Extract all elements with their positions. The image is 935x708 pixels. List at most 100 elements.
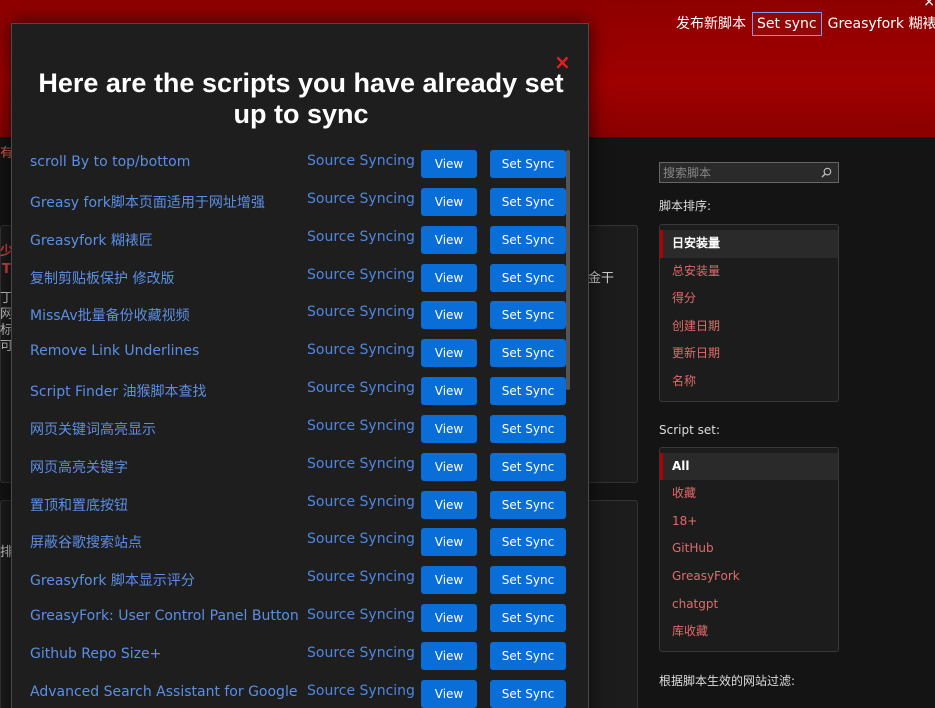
script-row: 置顶和置底按钮 Source Syncing View Set Sync — [30, 490, 570, 529]
script-name-link[interactable]: Github Repo Size+ — [30, 646, 161, 662]
set-sync-button[interactable]: Set Sync — [490, 679, 566, 708]
script-row: Greasyfork 糊裱匠 Source Syncing View Set Sync — [30, 225, 570, 264]
set-sync-button[interactable]: Set Sync — [490, 339, 566, 368]
source-syncing-link[interactable]: Source Syncing — [307, 153, 415, 169]
view-button[interactable]: View — [421, 263, 477, 292]
source-syncing-link[interactable]: Source Syncing — [307, 191, 415, 207]
sort-item-score[interactable]: 得分 — [660, 285, 838, 313]
source-syncing-link[interactable]: Source Syncing — [307, 494, 415, 510]
script-row: Greasyfork 脚本显示评分 Source Syncing View Set S… — [30, 566, 570, 604]
view-button[interactable]: View — [421, 566, 477, 595]
view-button[interactable]: View — [421, 452, 477, 481]
scriptset-item-library[interactable]: 库收藏 — [660, 618, 838, 646]
source-syncing-link[interactable]: Source Syncing — [307, 342, 415, 358]
source-syncing-link[interactable]: Source Syncing — [307, 380, 415, 396]
scriptset-panel: All 收藏 18+ GitHub GreasyFork chatgpt 库收藏 — [659, 446, 839, 652]
source-syncing-link[interactable]: Source Syncing — [307, 456, 415, 472]
set-sync-button[interactable]: Set Sync — [490, 414, 566, 443]
set-sync-button[interactable]: Set Sync — [490, 263, 566, 292]
script-name-link[interactable]: Greasy fork脚本页面适用于网址增强 — [30, 192, 265, 212]
view-button[interactable]: View — [421, 150, 477, 178]
page: 发布新脚本 Set sync Greasyfork 糊裱匠 × 有 少 T 丁 … — [0, 0, 935, 708]
script-name-link[interactable]: 置顶和置底按钮 — [30, 495, 128, 515]
set-sync-button[interactable]: Set Sync — [490, 150, 566, 178]
source-syncing-link[interactable]: Source Syncing — [307, 531, 415, 547]
scriptset-item-greasyfork[interactable]: GreasyFork — [660, 563, 838, 591]
search-box[interactable] — [659, 162, 839, 183]
nav-user-link[interactable]: Greasyfork 糊裱匠 — [828, 14, 935, 34]
script-row: 网页高亮关键字 Source Syncing View Set Sync — [30, 452, 570, 491]
script-name-link[interactable]: Advanced Search Assistant for Google — [30, 684, 297, 700]
script-row: GreasyFork: User Control Panel Button Sou… — [30, 604, 570, 642]
set-sync-button[interactable]: Set Sync — [490, 187, 566, 216]
source-syncing-link[interactable]: Source Syncing — [307, 267, 415, 283]
script-row: Remove Link Underlines Source Syncing View… — [30, 339, 570, 377]
scriptset-item-all[interactable]: All — [660, 452, 838, 481]
set-sync-button[interactable]: Set Sync — [490, 225, 566, 254]
source-syncing-link[interactable]: Source Syncing — [307, 304, 415, 320]
script-row: scroll By to top/bottom Source Syncing Vie… — [30, 150, 570, 188]
nav-post-new-script[interactable]: 发布新脚本 — [676, 14, 746, 34]
script-name-link[interactable]: Greasyfork 糊裱匠 — [30, 230, 153, 250]
bg-fragment: T — [2, 262, 11, 277]
script-name-link[interactable]: Remove Link Underlines — [30, 343, 199, 359]
corner-close-icon[interactable]: × — [923, 0, 935, 10]
set-sync-button[interactable]: Set Sync — [490, 301, 566, 330]
view-button[interactable]: View — [421, 490, 477, 519]
source-syncing-link[interactable]: Source Syncing — [307, 683, 415, 699]
set-sync-button[interactable]: Set Sync — [490, 528, 566, 557]
set-sync-button[interactable]: Set Sync — [490, 490, 566, 519]
search-icon[interactable] — [821, 167, 832, 178]
script-name-link[interactable]: 网页关键词高亮显示 — [30, 419, 156, 439]
sort-item-updated[interactable]: 更新日期 — [660, 340, 838, 368]
script-name-link[interactable]: GreasyFork: User Control Panel Button — [30, 608, 299, 624]
script-name-link[interactable]: Greasyfork 脚本显示评分 — [30, 570, 195, 590]
scriptset-item-chatgpt[interactable]: chatgpt — [660, 591, 838, 619]
script-name-link[interactable]: 复制剪贴板保护 修改版 — [30, 268, 174, 288]
script-name-link[interactable]: 网页高亮关键字 — [30, 457, 128, 477]
source-syncing-link[interactable]: Source Syncing — [307, 229, 415, 245]
source-syncing-link[interactable]: Source Syncing — [307, 607, 415, 623]
view-button[interactable]: View — [421, 528, 477, 557]
set-sync-button[interactable]: Set Sync — [490, 377, 566, 406]
script-name-link[interactable]: 屏蔽谷歌搜索站点 — [30, 532, 142, 552]
script-row: Script Finder 油猴脚本查找 Source Syncing View Se… — [30, 377, 570, 415]
view-button[interactable]: View — [421, 187, 477, 216]
scriptset-item-18plus[interactable]: 18+ — [660, 508, 838, 536]
sort-item-daily-installs[interactable]: 日安装量 — [660, 230, 838, 258]
source-syncing-link[interactable]: Source Syncing — [307, 418, 415, 434]
view-button[interactable]: View — [421, 641, 477, 670]
sort-item-total-installs[interactable]: 总安装量 — [660, 258, 838, 286]
script-row: 复制剪贴板保护 修改版 Source Syncing View Set Sync — [30, 263, 570, 302]
view-button[interactable]: View — [421, 377, 477, 406]
sort-item-created[interactable]: 创建日期 — [660, 313, 838, 341]
set-sync-button[interactable]: Set Sync — [490, 641, 566, 670]
view-button[interactable]: View — [421, 225, 477, 254]
script-name-link[interactable]: Script Finder 油猴脚本查找 — [30, 381, 207, 401]
modal-scrollbar[interactable] — [566, 150, 570, 390]
script-name-link[interactable]: MissAv批量备份收藏视频 — [30, 305, 190, 325]
script-row: 网页关键词高亮显示 Source Syncing View Set Sync — [30, 414, 570, 453]
set-sync-button[interactable]: Set Sync — [490, 604, 566, 633]
view-button[interactable]: View — [421, 679, 477, 708]
scriptset-title: Script set: — [659, 422, 721, 437]
source-syncing-link[interactable]: Source Syncing — [307, 569, 415, 585]
view-button[interactable]: View — [421, 301, 477, 330]
scriptset-item-github[interactable]: GitHub — [660, 535, 838, 563]
script-name-link[interactable]: scroll By to top/bottom — [30, 154, 190, 170]
sort-item-name[interactable]: 名称 — [660, 368, 838, 396]
view-button[interactable]: View — [421, 414, 477, 443]
script-row: 屏蔽谷歌搜索站点 Source Syncing View Set Sync — [30, 528, 570, 566]
search-input[interactable] — [663, 165, 813, 180]
script-list: scroll By to top/bottom Source Syncing Vie… — [30, 150, 570, 708]
header-nav: 发布新脚本 Set sync Greasyfork 糊裱匠 — [676, 12, 935, 36]
view-button[interactable]: View — [421, 604, 477, 633]
source-syncing-link[interactable]: Source Syncing — [307, 645, 415, 661]
view-button[interactable]: View — [421, 339, 477, 368]
set-sync-button[interactable]: Set Sync — [490, 452, 566, 481]
script-row: Github Repo Size+ Source Syncing View Set S… — [30, 641, 570, 680]
nav-set-sync[interactable]: Set sync — [752, 12, 822, 36]
set-sync-button[interactable]: Set Sync — [490, 566, 566, 595]
sidebar: 脚本排序: 日安装量 总安装量 得分 创建日期 更新日期 名称 Script s… — [659, 162, 841, 689]
scriptset-item-favorites[interactable]: 收藏 — [660, 480, 838, 508]
